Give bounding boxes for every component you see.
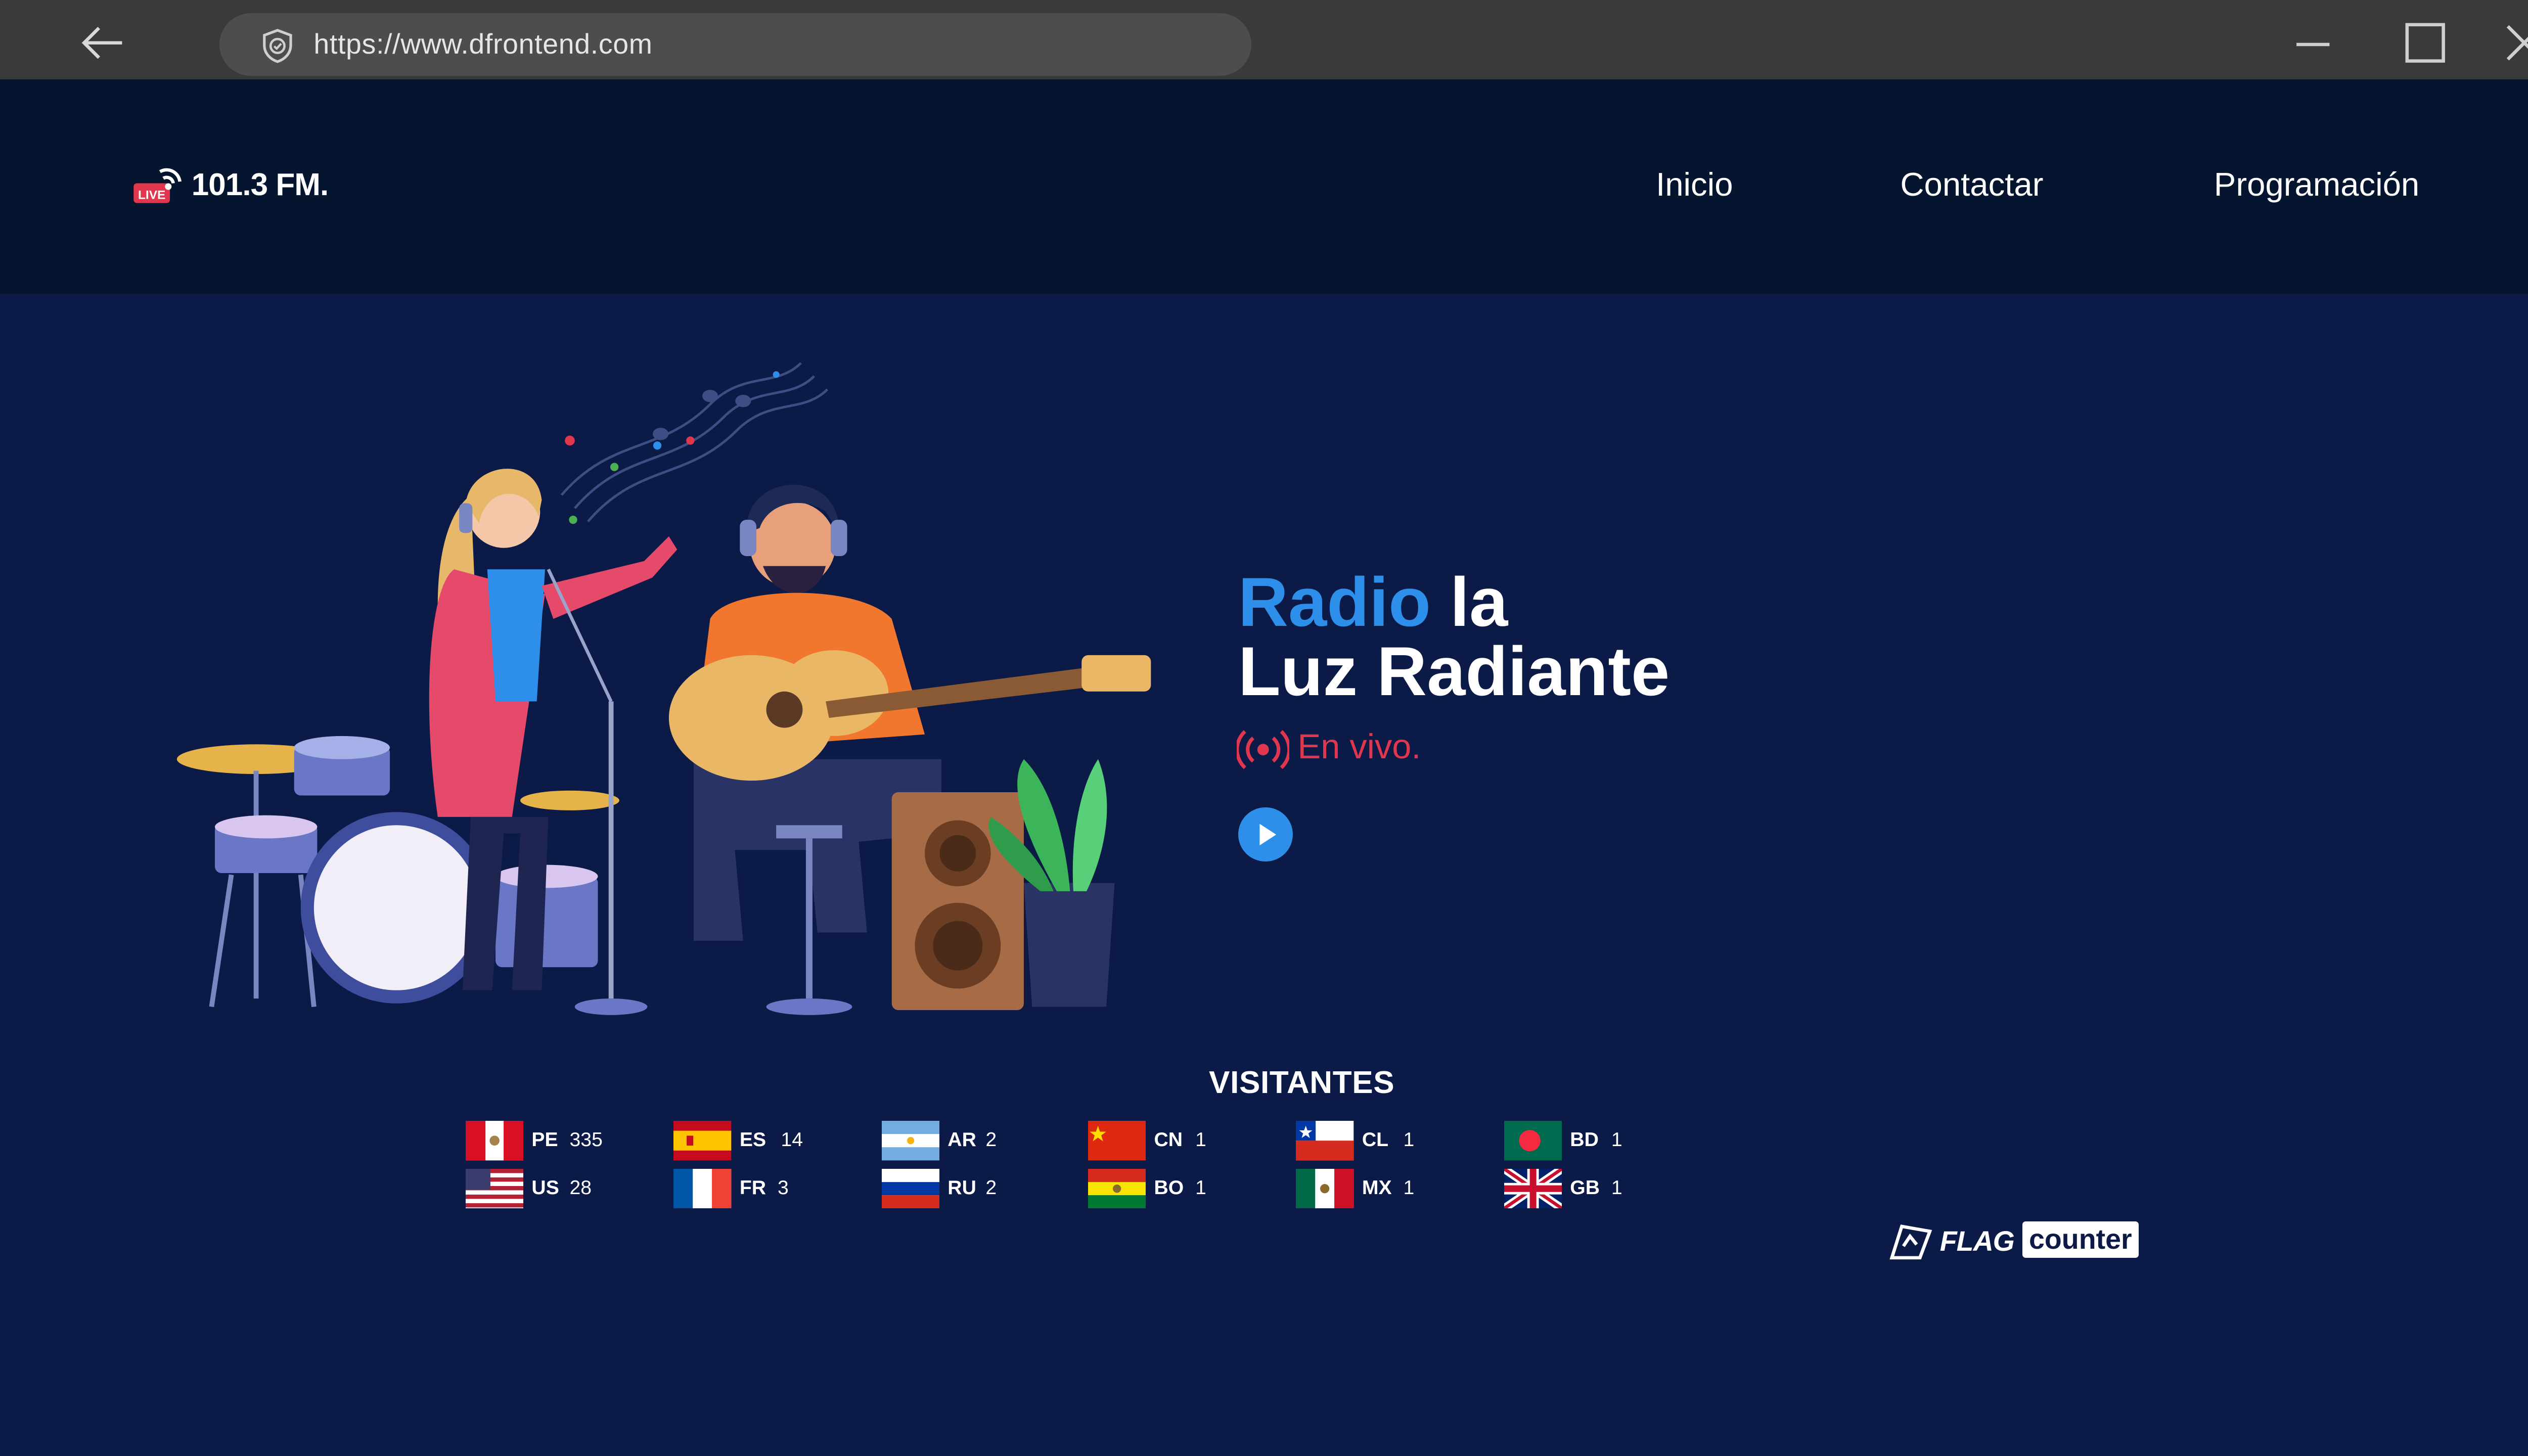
country-code: ES (739, 1129, 766, 1151)
chile-flag-icon (1296, 1121, 1354, 1161)
visit-count: 3 (777, 1177, 789, 1199)
spain-flag-icon (673, 1121, 732, 1161)
russia-flag-icon (881, 1168, 939, 1209)
drum-kit (176, 736, 619, 1008)
country-code: CN (1154, 1129, 1183, 1151)
country-code: PE (531, 1129, 558, 1151)
peru-flag-icon (465, 1121, 524, 1161)
country-code: GB (1570, 1177, 1600, 1199)
country-code: AR (947, 1129, 976, 1151)
visit-count: 1 (1611, 1177, 1622, 1199)
hero-title-word1: Radio (1238, 564, 1431, 642)
visit-count: 2 (985, 1177, 997, 1199)
uk-flag-icon (1504, 1168, 1562, 1209)
url-text[interactable]: https://www.dfrontend.com (313, 28, 652, 60)
live-label: En vivo. (1297, 726, 1421, 766)
live-radio-icon: LIVE (133, 168, 182, 203)
hero-title: Radio la Luz Radiante (1238, 568, 1669, 706)
play-icon[interactable] (1238, 807, 1293, 862)
visit-count: 1 (1403, 1129, 1415, 1151)
hero-title-word2: la (1430, 564, 1508, 642)
bangladesh-flag-icon (1504, 1121, 1562, 1161)
country-code: BO (1154, 1177, 1184, 1199)
visit-count: 1 (1195, 1177, 1206, 1199)
flag-counter-counter-text: counter (2022, 1221, 2139, 1258)
usa-flag-icon (465, 1168, 524, 1209)
country-code: RU (947, 1177, 976, 1199)
visit-count: 335 (569, 1129, 603, 1151)
visit-count: 28 (569, 1177, 592, 1199)
minimize-icon[interactable] (2290, 20, 2336, 66)
visit-count: 14 (781, 1129, 803, 1151)
nav-inicio[interactable]: Inicio (1656, 165, 1733, 203)
country-code: BD (1570, 1129, 1599, 1151)
site-header: LIVE 101.3 FM. Inicio Contactar Programa… (0, 79, 2528, 294)
logo-text: 101.3 FM. (191, 167, 329, 202)
flag-counter-icon (1889, 1224, 1932, 1260)
shield-icon[interactable] (259, 28, 296, 64)
china-flag-icon (1088, 1121, 1146, 1161)
band-illustration (176, 362, 1151, 1016)
visit-count: 1 (1195, 1129, 1206, 1151)
nav-contactar[interactable]: Contactar (1900, 165, 2043, 203)
argentina-flag-icon (881, 1121, 939, 1161)
france-flag-icon (673, 1168, 732, 1209)
flag-counter-flag-text: FLAG (1939, 1225, 2015, 1257)
live-badge-text: LIVE (138, 188, 165, 202)
visit-count: 1 (1611, 1129, 1622, 1151)
browser-toolbar: https://www.dfrontend.com (0, 0, 2528, 79)
nav-programacion[interactable]: Programación (2214, 165, 2419, 203)
country-code: US (531, 1177, 559, 1199)
play-button[interactable] (1238, 807, 1293, 862)
speaker-and-plant (891, 759, 1115, 1011)
address-bar[interactable]: https://www.dfrontend.com (219, 13, 1252, 76)
visitors-title: VISITANTES (1209, 1065, 1395, 1101)
country-code: FR (739, 1177, 766, 1199)
country-code: MX (1362, 1177, 1392, 1199)
hero-title-line2: Luz Radiante (1238, 633, 1670, 711)
close-icon[interactable] (2501, 20, 2528, 66)
bolivia-flag-icon (1088, 1168, 1146, 1209)
visit-count: 2 (985, 1129, 997, 1151)
mexico-flag-icon (1296, 1168, 1354, 1209)
broadcast-icon (1236, 730, 1290, 769)
maximize-icon[interactable] (2402, 20, 2448, 66)
visit-count: 1 (1403, 1177, 1415, 1199)
country-code: CL (1362, 1129, 1389, 1151)
back-arrow-icon[interactable] (76, 20, 128, 66)
